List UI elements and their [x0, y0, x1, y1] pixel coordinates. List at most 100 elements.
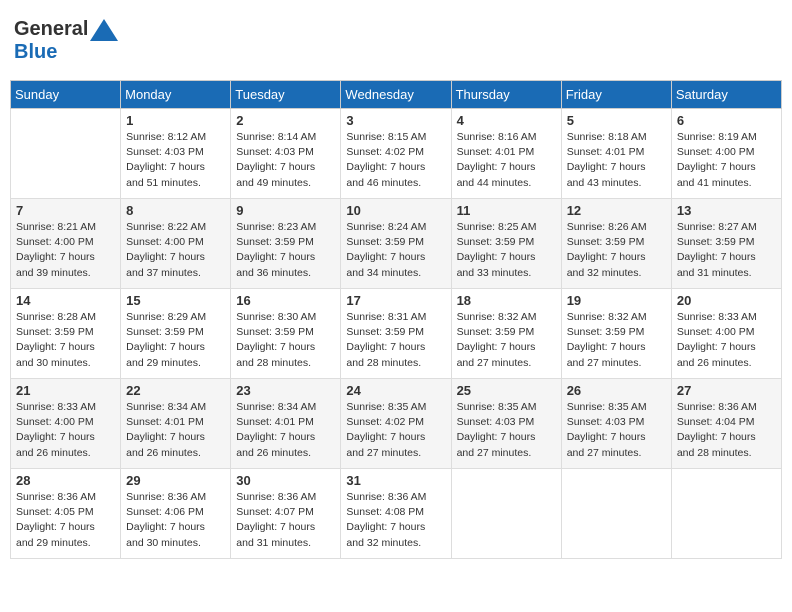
- day-number: 26: [567, 383, 666, 398]
- day-number: 2: [236, 113, 335, 128]
- calendar-cell: 13 Sunrise: 8:27 AMSunset: 3:59 PMDayligh…: [671, 199, 781, 289]
- day-number: 4: [457, 113, 556, 128]
- calendar-cell: 16 Sunrise: 8:30 AMSunset: 3:59 PMDayligh…: [231, 289, 341, 379]
- day-info: Sunrise: 8:25 AMSunset: 3:59 PMDaylight:…: [457, 220, 556, 281]
- day-info: Sunrise: 8:19 AMSunset: 4:00 PMDaylight:…: [677, 130, 776, 191]
- day-info: Sunrise: 8:12 AMSunset: 4:03 PMDaylight:…: [126, 130, 225, 191]
- calendar-cell: 28Sunrise: 8:36 AMSunset: 4:05 PMDayligh…: [11, 469, 121, 559]
- day-info: Sunrise: 8:24 AMSunset: 3:59 PMDaylight:…: [346, 220, 445, 281]
- day-number: 5: [567, 113, 666, 128]
- calendar-cell: 14 Sunrise: 8:28 AMSunset: 3:59 PMDayligh…: [11, 289, 121, 379]
- day-number: 25: [457, 383, 556, 398]
- day-info: Sunrise: 8:21 AMSunset: 4:00 PMDaylight:…: [16, 220, 115, 281]
- day-info: Sunrise: 8:35 AMSunset: 4:03 PMDaylight:…: [457, 400, 556, 461]
- col-wednesday: Wednesday: [341, 81, 451, 109]
- week-row: 28Sunrise: 8:36 AMSunset: 4:05 PMDayligh…: [11, 469, 782, 559]
- day-number: 22: [126, 383, 225, 398]
- day-number: 11: [457, 203, 556, 218]
- col-tuesday: Tuesday: [231, 81, 341, 109]
- calendar-cell: [561, 469, 671, 559]
- day-info: Sunrise: 8:23 AMSunset: 3:59 PMDaylight:…: [236, 220, 335, 281]
- day-number: 6: [677, 113, 776, 128]
- col-monday: Monday: [121, 81, 231, 109]
- logo-general: General: [14, 18, 88, 41]
- calendar-cell: 7 Sunrise: 8:21 AMSunset: 4:00 PMDaylight…: [11, 199, 121, 289]
- calendar-cell: 25 Sunrise: 8:35 AMSunset: 4:03 PMDayligh…: [451, 379, 561, 469]
- logo-icon: [90, 19, 118, 41]
- col-saturday: Saturday: [671, 81, 781, 109]
- day-info: Sunrise: 8:34 AMSunset: 4:01 PMDaylight:…: [126, 400, 225, 461]
- day-info: Sunrise: 8:36 AMSunset: 4:08 PMDaylight:…: [346, 490, 445, 551]
- day-number: 20: [677, 293, 776, 308]
- day-number: 10: [346, 203, 445, 218]
- col-sunday: Sunday: [11, 81, 121, 109]
- calendar-cell: 6 Sunrise: 8:19 AMSunset: 4:00 PMDaylight…: [671, 109, 781, 199]
- day-number: 14: [16, 293, 115, 308]
- day-info: Sunrise: 8:34 AMSunset: 4:01 PMDaylight:…: [236, 400, 335, 461]
- calendar-cell: [671, 469, 781, 559]
- calendar-cell: [11, 109, 121, 199]
- day-info: Sunrise: 8:16 AMSunset: 4:01 PMDaylight:…: [457, 130, 556, 191]
- calendar-cell: 8 Sunrise: 8:22 AMSunset: 4:00 PMDaylight…: [121, 199, 231, 289]
- calendar-cell: 24 Sunrise: 8:35 AMSunset: 4:02 PMDayligh…: [341, 379, 451, 469]
- day-number: 23: [236, 383, 335, 398]
- day-info: Sunrise: 8:33 AMSunset: 4:00 PMDaylight:…: [677, 310, 776, 371]
- day-number: 16: [236, 293, 335, 308]
- calendar-cell: 22 Sunrise: 8:34 AMSunset: 4:01 PMDayligh…: [121, 379, 231, 469]
- day-info: Sunrise: 8:15 AMSunset: 4:02 PMDaylight:…: [346, 130, 445, 191]
- day-number: 27: [677, 383, 776, 398]
- calendar-table: Sunday Monday Tuesday Wednesday Thursday…: [10, 80, 782, 559]
- day-info: Sunrise: 8:27 AMSunset: 3:59 PMDaylight:…: [677, 220, 776, 281]
- day-info: Sunrise: 8:28 AMSunset: 3:59 PMDaylight:…: [16, 310, 115, 371]
- calendar-cell: 4 Sunrise: 8:16 AMSunset: 4:01 PMDaylight…: [451, 109, 561, 199]
- day-number: 13: [677, 203, 776, 218]
- day-number: 24: [346, 383, 445, 398]
- day-info: Sunrise: 8:36 AMSunset: 4:07 PMDaylight:…: [236, 490, 335, 551]
- calendar-cell: 20 Sunrise: 8:33 AMSunset: 4:00 PMDayligh…: [671, 289, 781, 379]
- calendar-cell: 17 Sunrise: 8:31 AMSunset: 3:59 PMDayligh…: [341, 289, 451, 379]
- calendar-cell: 30 Sunrise: 8:36 AMSunset: 4:07 PMDayligh…: [231, 469, 341, 559]
- day-info: Sunrise: 8:29 AMSunset: 3:59 PMDaylight:…: [126, 310, 225, 371]
- day-info: Sunrise: 8:35 AMSunset: 4:02 PMDaylight:…: [346, 400, 445, 461]
- day-number: 18: [457, 293, 556, 308]
- day-number: 31: [346, 473, 445, 488]
- day-number: 1: [126, 113, 225, 128]
- calendar-body: 1 Sunrise: 8:12 AMSunset: 4:03 PMDaylight…: [11, 109, 782, 559]
- header-row: Sunday Monday Tuesday Wednesday Thursday…: [11, 81, 782, 109]
- day-info: Sunrise: 8:36 AMSunset: 4:06 PMDaylight:…: [126, 490, 225, 551]
- day-number: 9: [236, 203, 335, 218]
- day-info: Sunrise: 8:22 AMSunset: 4:00 PMDaylight:…: [126, 220, 225, 281]
- day-number: 3: [346, 113, 445, 128]
- page-header: General Blue: [10, 10, 782, 72]
- calendar-cell: 11 Sunrise: 8:25 AMSunset: 3:59 PMDayligh…: [451, 199, 561, 289]
- calendar-cell: 1 Sunrise: 8:12 AMSunset: 4:03 PMDaylight…: [121, 109, 231, 199]
- calendar-cell: 5Sunrise: 8:18 AMSunset: 4:01 PMDaylight…: [561, 109, 671, 199]
- calendar-cell: 10 Sunrise: 8:24 AMSunset: 3:59 PMDayligh…: [341, 199, 451, 289]
- calendar-cell: 31 Sunrise: 8:36 AMSunset: 4:08 PMDayligh…: [341, 469, 451, 559]
- calendar-cell: 9 Sunrise: 8:23 AMSunset: 3:59 PMDaylight…: [231, 199, 341, 289]
- day-info: Sunrise: 8:31 AMSunset: 3:59 PMDaylight:…: [346, 310, 445, 371]
- logo: General Blue: [14, 18, 118, 64]
- week-row: 1 Sunrise: 8:12 AMSunset: 4:03 PMDaylight…: [11, 109, 782, 199]
- day-number: 28: [16, 473, 115, 488]
- day-number: 29: [126, 473, 225, 488]
- day-info: Sunrise: 8:32 AMSunset: 3:59 PMDaylight:…: [567, 310, 666, 371]
- day-number: 15: [126, 293, 225, 308]
- day-number: 30: [236, 473, 335, 488]
- week-row: 7 Sunrise: 8:21 AMSunset: 4:00 PMDaylight…: [11, 199, 782, 289]
- day-info: Sunrise: 8:26 AMSunset: 3:59 PMDaylight:…: [567, 220, 666, 281]
- col-thursday: Thursday: [451, 81, 561, 109]
- day-number: 21: [16, 383, 115, 398]
- logo-blue: Blue: [14, 41, 57, 64]
- day-number: 8: [126, 203, 225, 218]
- day-number: 17: [346, 293, 445, 308]
- day-info: Sunrise: 8:14 AMSunset: 4:03 PMDaylight:…: [236, 130, 335, 191]
- calendar-cell: 21 Sunrise: 8:33 AMSunset: 4:00 PMDayligh…: [11, 379, 121, 469]
- calendar-cell: 19Sunrise: 8:32 AMSunset: 3:59 PMDayligh…: [561, 289, 671, 379]
- day-info: Sunrise: 8:30 AMSunset: 3:59 PMDaylight:…: [236, 310, 335, 371]
- col-friday: Friday: [561, 81, 671, 109]
- day-info: Sunrise: 8:33 AMSunset: 4:00 PMDaylight:…: [16, 400, 115, 461]
- week-row: 21 Sunrise: 8:33 AMSunset: 4:00 PMDayligh…: [11, 379, 782, 469]
- day-number: 7: [16, 203, 115, 218]
- calendar-cell: 23 Sunrise: 8:34 AMSunset: 4:01 PMDayligh…: [231, 379, 341, 469]
